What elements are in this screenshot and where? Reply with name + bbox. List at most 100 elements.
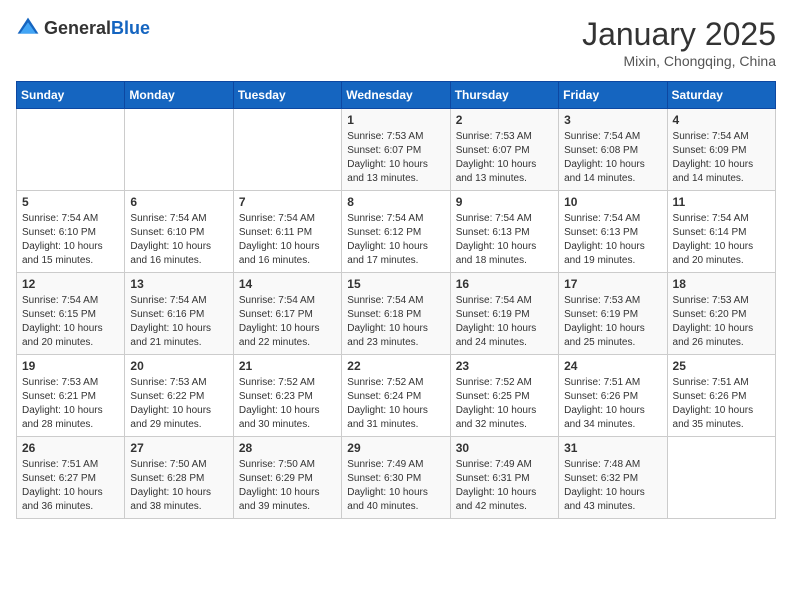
calendar-cell: 30 Sunrise: 7:49 AM Sunset: 6:31 PM Dayli…	[450, 437, 558, 519]
day-number: 16	[456, 277, 553, 291]
calendar-cell: 4 Sunrise: 7:54 AM Sunset: 6:09 PM Daylig…	[667, 109, 775, 191]
calendar-cell: 18Sunrise: 7:53 AM Sunset: 6:20 PM Dayli…	[667, 273, 775, 355]
logo-text-general: General	[44, 18, 111, 38]
day-detail: Sunrise: 7:52 AM Sunset: 6:24 PM Dayligh…	[347, 376, 444, 432]
day-number: 19	[22, 359, 119, 373]
day-number: 30	[456, 441, 553, 455]
calendar-cell: 20 Sunrise: 7:53 AM Sunset: 6:22 PM Dayli…	[125, 355, 233, 437]
calendar-cell: 17 Sunrise: 7:53 AM Sunset: 6:19 PM Dayli…	[559, 273, 667, 355]
weekday-header-row: SundayMondayTuesdayWednesdayThursdayFrid…	[17, 82, 776, 109]
day-number: 5	[22, 195, 119, 209]
logo: GeneralBlue	[16, 16, 150, 40]
day-number: 25	[673, 359, 770, 373]
day-number: 2	[456, 113, 553, 127]
weekday-header-sunday: Sunday	[17, 82, 125, 109]
calendar-cell: 8 Sunrise: 7:54 AM Sunset: 6:12 PM Daylig…	[342, 191, 450, 273]
calendar-cell: 1Sunrise: 7:53 AM Sunset: 6:07 PM Daylig…	[342, 109, 450, 191]
day-number: 31	[564, 441, 661, 455]
day-detail: Sunrise: 7:49 AM Sunset: 6:30 PM Dayligh…	[347, 458, 444, 514]
calendar-cell: 16 Sunrise: 7:54 AM Sunset: 6:19 PM Dayli…	[450, 273, 558, 355]
day-number: 8	[347, 195, 444, 209]
weekday-header-friday: Friday	[559, 82, 667, 109]
day-number: 20	[130, 359, 227, 373]
day-detail: Sunrise: 7:54 AM Sunset: 6:17 PM Dayligh…	[239, 294, 336, 350]
calendar-cell: 21Sunrise: 7:52 AM Sunset: 6:23 PM Dayli…	[233, 355, 341, 437]
calendar-cell: 15Sunrise: 7:54 AM Sunset: 6:18 PM Dayli…	[342, 273, 450, 355]
title-block: January 2025 Mixin, Chongqing, China	[582, 16, 776, 69]
day-detail: Sunrise: 7:53 AM Sunset: 6:07 PM Dayligh…	[347, 130, 444, 186]
calendar-table: SundayMondayTuesdayWednesdayThursdayFrid…	[16, 81, 776, 519]
day-number: 24	[564, 359, 661, 373]
day-detail: Sunrise: 7:54 AM Sunset: 6:16 PM Dayligh…	[130, 294, 227, 350]
day-detail: Sunrise: 7:53 AM Sunset: 6:22 PM Dayligh…	[130, 376, 227, 432]
calendar-cell: 5 Sunrise: 7:54 AM Sunset: 6:10 PM Daylig…	[17, 191, 125, 273]
day-number: 4	[673, 113, 770, 127]
day-number: 27	[130, 441, 227, 455]
day-number: 9	[456, 195, 553, 209]
calendar-cell: 3Sunrise: 7:54 AM Sunset: 6:08 PM Daylig…	[559, 109, 667, 191]
day-detail: Sunrise: 7:54 AM Sunset: 6:19 PM Dayligh…	[456, 294, 553, 350]
month-title: January 2025	[582, 16, 776, 53]
day-number: 11	[673, 195, 770, 209]
calendar-cell	[17, 109, 125, 191]
calendar-week-row: 5 Sunrise: 7:54 AM Sunset: 6:10 PM Daylig…	[17, 191, 776, 273]
calendar-cell: 19 Sunrise: 7:53 AM Sunset: 6:21 PM Dayli…	[17, 355, 125, 437]
day-number: 26	[22, 441, 119, 455]
day-number: 15	[347, 277, 444, 291]
day-detail: Sunrise: 7:51 AM Sunset: 6:26 PM Dayligh…	[673, 376, 770, 432]
day-number: 28	[239, 441, 336, 455]
calendar-cell: 29Sunrise: 7:49 AM Sunset: 6:30 PM Dayli…	[342, 437, 450, 519]
day-detail: Sunrise: 7:54 AM Sunset: 6:09 PM Dayligh…	[673, 130, 770, 186]
day-detail: Sunrise: 7:54 AM Sunset: 6:11 PM Dayligh…	[239, 212, 336, 268]
day-detail: Sunrise: 7:54 AM Sunset: 6:10 PM Dayligh…	[22, 212, 119, 268]
calendar-cell	[125, 109, 233, 191]
calendar-cell	[667, 437, 775, 519]
calendar-cell: 12 Sunrise: 7:54 AM Sunset: 6:15 PM Dayli…	[17, 273, 125, 355]
day-detail: Sunrise: 7:48 AM Sunset: 6:32 PM Dayligh…	[564, 458, 661, 514]
page-header: GeneralBlue January 2025 Mixin, Chongqin…	[16, 16, 776, 69]
day-number: 21	[239, 359, 336, 373]
calendar-week-row: 26 Sunrise: 7:51 AM Sunset: 6:27 PM Dayli…	[17, 437, 776, 519]
day-number: 12	[22, 277, 119, 291]
calendar-cell: 9 Sunrise: 7:54 AM Sunset: 6:13 PM Daylig…	[450, 191, 558, 273]
weekday-header-tuesday: Tuesday	[233, 82, 341, 109]
calendar-week-row: 12 Sunrise: 7:54 AM Sunset: 6:15 PM Dayli…	[17, 273, 776, 355]
day-detail: Sunrise: 7:54 AM Sunset: 6:15 PM Dayligh…	[22, 294, 119, 350]
weekday-header-saturday: Saturday	[667, 82, 775, 109]
day-detail: Sunrise: 7:52 AM Sunset: 6:25 PM Dayligh…	[456, 376, 553, 432]
calendar-cell: 23 Sunrise: 7:52 AM Sunset: 6:25 PM Dayli…	[450, 355, 558, 437]
day-detail: Sunrise: 7:54 AM Sunset: 6:08 PM Dayligh…	[564, 130, 661, 186]
calendar-week-row: 1Sunrise: 7:53 AM Sunset: 6:07 PM Daylig…	[17, 109, 776, 191]
calendar-week-row: 19 Sunrise: 7:53 AM Sunset: 6:21 PM Dayli…	[17, 355, 776, 437]
day-number: 13	[130, 277, 227, 291]
day-number: 23	[456, 359, 553, 373]
calendar-cell: 31 Sunrise: 7:48 AM Sunset: 6:32 PM Dayli…	[559, 437, 667, 519]
day-number: 17	[564, 277, 661, 291]
weekday-header-wednesday: Wednesday	[342, 82, 450, 109]
day-detail: Sunrise: 7:50 AM Sunset: 6:29 PM Dayligh…	[239, 458, 336, 514]
day-detail: Sunrise: 7:54 AM Sunset: 6:12 PM Dayligh…	[347, 212, 444, 268]
day-number: 18	[673, 277, 770, 291]
day-detail: Sunrise: 7:50 AM Sunset: 6:28 PM Dayligh…	[130, 458, 227, 514]
calendar-cell: 14Sunrise: 7:54 AM Sunset: 6:17 PM Dayli…	[233, 273, 341, 355]
calendar-cell: 24Sunrise: 7:51 AM Sunset: 6:26 PM Dayli…	[559, 355, 667, 437]
calendar-cell: 10Sunrise: 7:54 AM Sunset: 6:13 PM Dayli…	[559, 191, 667, 273]
day-detail: Sunrise: 7:53 AM Sunset: 6:19 PM Dayligh…	[564, 294, 661, 350]
calendar-cell: 7Sunrise: 7:54 AM Sunset: 6:11 PM Daylig…	[233, 191, 341, 273]
day-detail: Sunrise: 7:53 AM Sunset: 6:21 PM Dayligh…	[22, 376, 119, 432]
day-detail: Sunrise: 7:54 AM Sunset: 6:13 PM Dayligh…	[456, 212, 553, 268]
calendar-cell: 2 Sunrise: 7:53 AM Sunset: 6:07 PM Daylig…	[450, 109, 558, 191]
calendar-cell: 22 Sunrise: 7:52 AM Sunset: 6:24 PM Dayli…	[342, 355, 450, 437]
day-number: 10	[564, 195, 661, 209]
calendar-cell: 11Sunrise: 7:54 AM Sunset: 6:14 PM Dayli…	[667, 191, 775, 273]
day-detail: Sunrise: 7:53 AM Sunset: 6:07 PM Dayligh…	[456, 130, 553, 186]
day-number: 22	[347, 359, 444, 373]
calendar-cell: 6Sunrise: 7:54 AM Sunset: 6:10 PM Daylig…	[125, 191, 233, 273]
weekday-header-thursday: Thursday	[450, 82, 558, 109]
day-detail: Sunrise: 7:49 AM Sunset: 6:31 PM Dayligh…	[456, 458, 553, 514]
day-detail: Sunrise: 7:54 AM Sunset: 6:10 PM Dayligh…	[130, 212, 227, 268]
day-detail: Sunrise: 7:51 AM Sunset: 6:27 PM Dayligh…	[22, 458, 119, 514]
logo-text-blue: Blue	[111, 18, 150, 38]
calendar-cell	[233, 109, 341, 191]
calendar-cell: 25 Sunrise: 7:51 AM Sunset: 6:26 PM Dayli…	[667, 355, 775, 437]
